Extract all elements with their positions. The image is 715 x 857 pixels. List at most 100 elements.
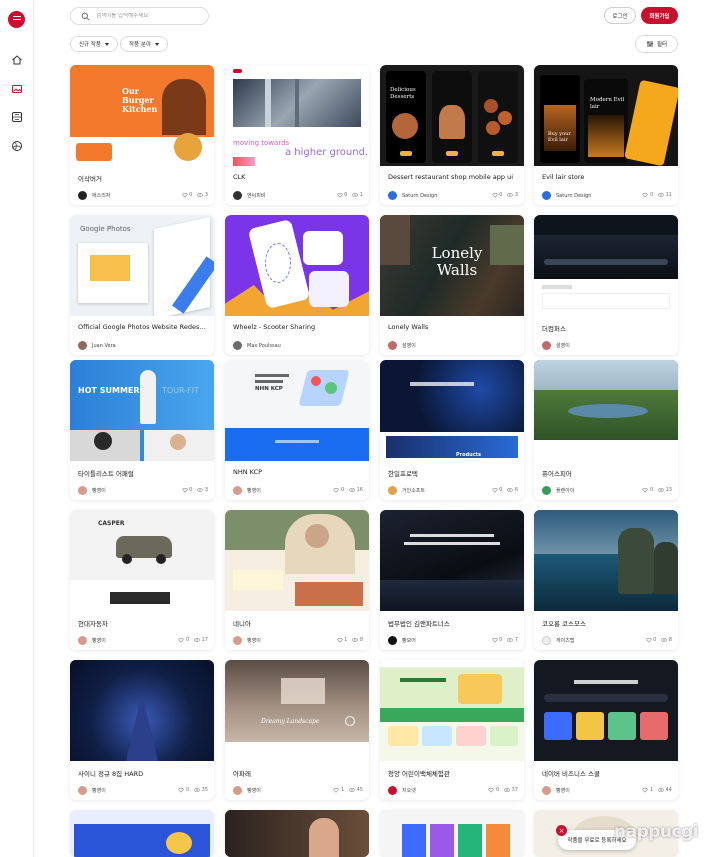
new-works-label: 신규 작품 [79, 42, 101, 48]
menu-icon[interactable] [8, 11, 25, 28]
view-count: 3 [514, 192, 518, 198]
project-card[interactable]: Our Burger Kitchen 이삭버거 애스리자 0 3 [70, 65, 214, 205]
left-rail [0, 0, 34, 857]
card-stats: 0 1 [337, 192, 363, 198]
author[interactable]: 빵영이 [233, 636, 261, 645]
heart-icon [642, 788, 648, 793]
like-count: 0 [340, 487, 345, 493]
avatar [78, 486, 87, 495]
thumb-text: Modern Evil lair [590, 97, 625, 110]
card-stats: 1 8 [337, 637, 363, 643]
field-dropdown[interactable]: 작품 분야 [120, 36, 168, 52]
project-card[interactable]: Wheelz - Scooter Sharing Max Poulssau [225, 215, 369, 355]
author-name: 빵영이 [556, 788, 570, 794]
project-card[interactable]: 네니아 빵영이 1 8 [225, 510, 369, 650]
project-card[interactable]: Lonely Walls Lonely Walls 설영이 [380, 215, 524, 355]
author[interactable]: Juan Vera [78, 341, 116, 350]
author[interactable]: 빵영이 [542, 786, 570, 795]
like-count: 0 [185, 637, 190, 643]
author[interactable]: 지오넷 [388, 786, 416, 795]
search-icon [81, 12, 90, 20]
author-name: 거인소프트 [402, 488, 426, 494]
author-name: 빵영이 [247, 488, 261, 494]
search-bar[interactable] [70, 7, 209, 25]
home-icon[interactable] [9, 52, 25, 68]
author[interactable]: Saturn Design [388, 191, 437, 200]
thumbnail [380, 660, 524, 761]
gallery-icon[interactable] [9, 109, 25, 125]
author[interactable]: 엔씨피비 [233, 191, 265, 200]
join-button[interactable]: 회원가입 [641, 7, 678, 24]
card-title: 더컴퍼스 [542, 325, 566, 333]
thumbnail: Products [380, 360, 524, 461]
project-card[interactable]: 청양 어린이백체체험관 지오넷 0 37 [380, 660, 524, 800]
project-card[interactable]: 네이버 비즈니스 스쿨 빵영이 1 44 [534, 660, 678, 800]
thumb-text: Dreamy Landscape [261, 718, 320, 725]
avatar [542, 636, 551, 645]
eye-icon [507, 488, 514, 492]
project-card[interactable] [225, 810, 369, 857]
author-name: 빵영이 [92, 788, 106, 794]
card-title: Wheelz - Scooter Sharing [233, 323, 316, 331]
project-card[interactable] [380, 810, 524, 857]
project-card[interactable] [70, 810, 214, 857]
like-count: 0 [653, 637, 657, 643]
project-card[interactable]: CASPER 현대자동차 빵영이 0 17 [70, 510, 214, 650]
project-card[interactable]: Dreamy Landscape 아파레 빵영이 1 45 [225, 660, 369, 800]
author[interactable]: 애스리자 [78, 191, 110, 200]
view-count: 11 [665, 192, 672, 198]
author[interactable]: 설영이 [542, 341, 570, 350]
card-stats: 0 17 [178, 637, 208, 643]
author[interactable]: 빵모어 [388, 636, 416, 645]
project-card[interactable]: Buy your Evil lair Modern Evil lair Evil… [534, 65, 678, 205]
thumbnail: moving towards a higher ground. [225, 65, 369, 166]
thumbnail: Our Burger Kitchen [70, 65, 214, 166]
project-card[interactable]: 법무법인 김앤파트너스 빵모어 0 7 [380, 510, 524, 650]
project-card[interactable]: Delicious Desserts Dessert restaurant sh… [380, 65, 524, 205]
author[interactable]: Max Poulssau [233, 341, 281, 350]
author[interactable]: 빵영이 [78, 636, 106, 645]
login-button[interactable]: 로그인 [604, 7, 636, 24]
author[interactable]: 게이츠랩 [542, 636, 574, 645]
author-name: 엔씨피비 [247, 193, 266, 199]
author[interactable]: Saturn Design [542, 191, 591, 200]
eye-icon [504, 788, 510, 792]
author[interactable]: 빵영이 [233, 486, 261, 495]
thumb-text: Buy your Evil lair [548, 131, 571, 143]
search-input[interactable] [96, 13, 206, 19]
new-works-dropdown[interactable]: 신규 작품 [70, 36, 118, 52]
card-title: 아파레 [233, 770, 251, 778]
thumb-text: NHN KCP [255, 386, 283, 392]
project-card[interactable]: Products 한일프로텍 거인소프트 0 6 [380, 360, 524, 500]
image-icon[interactable] [9, 81, 25, 97]
project-card[interactable]: 코오롱 코스모스 게이츠랩 0 8 [534, 510, 678, 650]
card-title: Official Google Photos Website Redesign [78, 323, 206, 331]
heart-icon [337, 638, 343, 643]
thumbnail [70, 810, 214, 857]
project-card[interactable]: Google Photos Official Google Photos Web… [70, 215, 214, 355]
heart-icon [492, 193, 498, 198]
author-name: Juan Vera [92, 342, 116, 349]
field-label: 작품 분야 [129, 42, 151, 48]
project-card[interactable]: NHN KCP NHN KCP 빵영이 0 16 [225, 360, 369, 500]
eye-icon [658, 193, 664, 197]
author[interactable]: 빵영이 [78, 786, 106, 795]
author[interactable]: 빵영이 [233, 786, 261, 795]
author[interactable]: 설영이 [388, 341, 416, 350]
heart-icon [333, 788, 339, 793]
project-card[interactable]: HOT SUMMER TOUR-FIT 타이틀리스트 어패럴 빵영이 0 3 [70, 360, 214, 500]
heart-icon [492, 638, 498, 643]
globe-icon[interactable] [9, 138, 25, 154]
filter-button[interactable]: 필터 [635, 35, 678, 53]
project-card[interactable]: 더컴퍼스 설영이 [534, 215, 678, 355]
author[interactable]: 빵영이 [78, 486, 106, 495]
chevron-down-icon [155, 42, 159, 46]
view-count: 8 [359, 637, 363, 643]
author[interactable]: 거인소프트 [388, 486, 425, 495]
close-icon[interactable]: × [556, 825, 567, 836]
project-card[interactable]: 사이니 정규 8집 HARD 빵영이 0 35 [70, 660, 214, 800]
project-card[interactable]: moving towards a higher ground. CLK 엔씨피비… [225, 65, 369, 205]
heart-icon [642, 193, 648, 198]
author[interactable]: 플랜아이 [542, 486, 574, 495]
project-card[interactable]: 퓨어스피어 플랜아이 0 13 [534, 360, 678, 500]
